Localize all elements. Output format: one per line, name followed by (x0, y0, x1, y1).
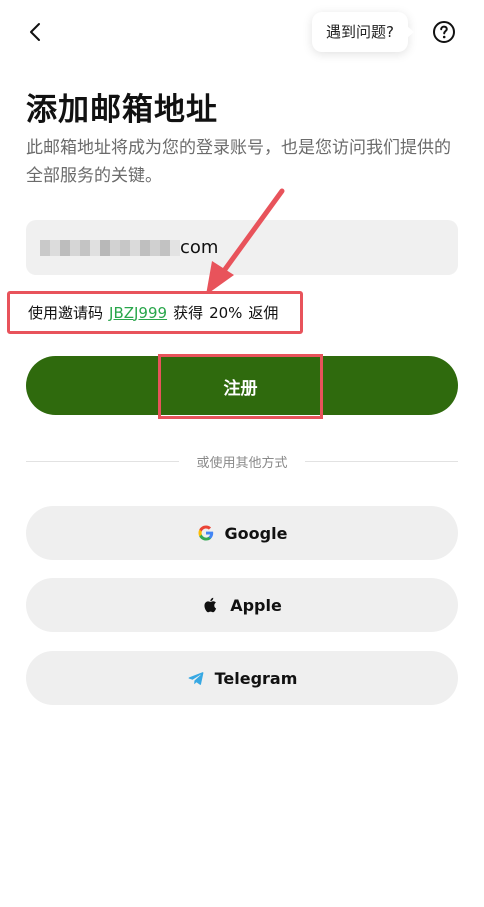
register-highlight-box: 注册 (158, 354, 323, 419)
apple-icon (204, 597, 217, 613)
page-title: 添加邮箱地址 (26, 92, 218, 128)
invite-percent: 20% (209, 303, 243, 322)
divider-text: 或使用其他方式 (196, 456, 288, 471)
invite-code-banner: 使用邀请码 JBZJ999 获得 20% 返佣 (7, 291, 303, 334)
back-button[interactable] (24, 20, 48, 44)
register-button-label: 注册 (223, 379, 258, 399)
google-login-label: Google (224, 523, 288, 543)
page-description: 此邮箱地址将成为您的登录账号，也是您访问我们提供的全部服务的关键。 (26, 138, 451, 186)
telegram-login-button[interactable]: Telegram (26, 651, 458, 705)
email-redaction (40, 239, 180, 256)
telegram-login-label: Telegram (214, 668, 298, 688)
help-tooltip-text: 遇到问题? (326, 23, 394, 41)
apple-login-button[interactable]: Apple (26, 578, 458, 632)
help-button[interactable] (432, 20, 456, 44)
annotation-arrow (206, 188, 285, 295)
google-icon (198, 525, 213, 541)
divider-left (26, 461, 179, 462)
question-circle-icon (433, 21, 455, 43)
chevron-left-icon (30, 23, 40, 41)
divider-right (305, 461, 458, 462)
apple-login-label: Apple (230, 595, 282, 615)
invite-suffix: 返佣 (248, 304, 279, 322)
telegram-icon (188, 672, 203, 685)
invite-middle: 获得 (173, 304, 204, 322)
help-tooltip: 遇到问题? (312, 12, 414, 52)
invite-prefix: 使用邀请码 (28, 304, 104, 322)
google-login-button[interactable]: Google (26, 506, 458, 560)
invite-code-link[interactable]: JBZJ999 (109, 304, 167, 322)
